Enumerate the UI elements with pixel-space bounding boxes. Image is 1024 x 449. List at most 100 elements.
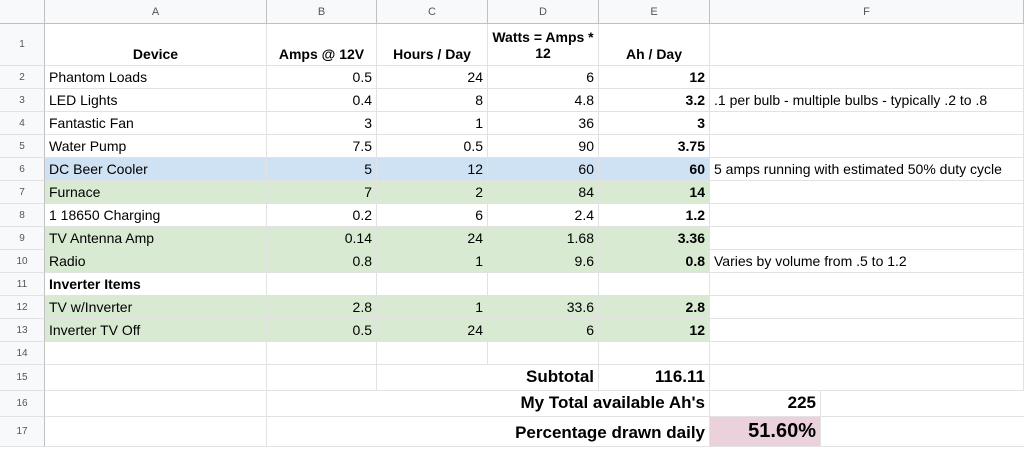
column-header-b[interactable]: B (267, 0, 377, 24)
cell-watts[interactable]: 90 (488, 135, 599, 158)
cell-note[interactable] (710, 296, 1024, 319)
cell-device[interactable]: Water Pump (45, 135, 267, 158)
cell-note[interactable] (710, 181, 1024, 204)
cell-watts[interactable]: 84 (488, 181, 599, 204)
percentage-label[interactable]: Percentage drawn daily (267, 417, 710, 447)
cell-ah[interactable]: 2.8 (599, 296, 710, 319)
cell-hours[interactable]: 1 (377, 250, 488, 273)
cell-hours[interactable]: 2 (377, 181, 488, 204)
cell-note[interactable]: .1 per bulb - multiple bulbs - typically… (710, 89, 1024, 112)
subtotal-value[interactable]: 116.11 (599, 365, 710, 391)
cell-watts[interactable]: 4.8 (488, 89, 599, 112)
cell-hours[interactable]: 12 (377, 158, 488, 181)
cell-amps[interactable]: 0.8 (267, 250, 377, 273)
cell-hours[interactable]: 6 (377, 204, 488, 227)
cell-note[interactable]: Varies by volume from .5 to 1.2 (710, 250, 1024, 273)
header-ah[interactable]: Ah / Day (599, 24, 710, 66)
cell-hours[interactable]: 8 (377, 89, 488, 112)
row-header[interactable]: 12 (0, 296, 45, 319)
row-header[interactable]: 1 (0, 24, 45, 66)
column-header-c[interactable]: C (377, 0, 488, 24)
header-hours[interactable]: Hours / Day (377, 24, 488, 66)
cell[interactable] (821, 417, 1024, 447)
cell-amps[interactable]: 7.5 (267, 135, 377, 158)
cell[interactable] (488, 342, 599, 365)
row-header[interactable]: 10 (0, 250, 45, 273)
cell-device[interactable]: Inverter Items (45, 273, 267, 296)
cell-watts[interactable] (488, 273, 599, 296)
cell-watts[interactable]: 6 (488, 319, 599, 342)
cell-device[interactable]: 1 18650 Charging (45, 204, 267, 227)
percentage-value[interactable]: 51.60% (710, 417, 821, 447)
header-amps[interactable]: Amps @ 12V (267, 24, 377, 66)
cell-ah[interactable]: 12 (599, 319, 710, 342)
row-header[interactable]: 17 (0, 417, 45, 447)
cell-watts[interactable]: 1.68 (488, 227, 599, 250)
spreadsheet-grid[interactable]: A B C D E F 1 Device Amps @ 12V Hours / … (0, 0, 1024, 449)
row-header[interactable]: 2 (0, 66, 45, 89)
cell-watts[interactable]: 9.6 (488, 250, 599, 273)
cell-watts[interactable]: 2.4 (488, 204, 599, 227)
column-header-d[interactable]: D (488, 0, 599, 24)
cell-hours[interactable]: 24 (377, 319, 488, 342)
row-header[interactable]: 5 (0, 135, 45, 158)
cell-hours[interactable]: 0.5 (377, 135, 488, 158)
cell-ah[interactable]: 14 (599, 181, 710, 204)
header-watts[interactable]: Watts = Amps * 12 (488, 24, 599, 66)
cell-watts[interactable]: 6 (488, 66, 599, 89)
total-value[interactable]: 225 (710, 391, 821, 417)
cell-note[interactable] (710, 273, 1024, 296)
cell-device[interactable]: LED Lights (45, 89, 267, 112)
cell-device[interactable]: Phantom Loads (45, 66, 267, 89)
cell-amps[interactable]: 0.5 (267, 66, 377, 89)
cell[interactable] (45, 342, 267, 365)
cell-note[interactable] (710, 227, 1024, 250)
cell-note[interactable] (710, 204, 1024, 227)
cell-amps[interactable]: 7 (267, 181, 377, 204)
cell-amps[interactable]: 2.8 (267, 296, 377, 319)
cell[interactable] (821, 391, 1024, 417)
column-header-a[interactable]: A (45, 0, 267, 24)
row-header[interactable]: 8 (0, 204, 45, 227)
row-header[interactable]: 9 (0, 227, 45, 250)
column-header-e[interactable]: E (599, 0, 710, 24)
cell-watts[interactable]: 36 (488, 112, 599, 135)
cell-watts[interactable]: 60 (488, 158, 599, 181)
cell-device[interactable]: Fantastic Fan (45, 112, 267, 135)
cell-ah[interactable]: 3.75 (599, 135, 710, 158)
cell-device[interactable]: TV Antenna Amp (45, 227, 267, 250)
cell-hours[interactable]: 24 (377, 66, 488, 89)
cell-amps[interactable]: 0.2 (267, 204, 377, 227)
cell-amps[interactable]: 0.5 (267, 319, 377, 342)
cell-ah[interactable]: 3.2 (599, 89, 710, 112)
cell-note[interactable] (710, 112, 1024, 135)
row-header[interactable]: 4 (0, 112, 45, 135)
row-header[interactable]: 11 (0, 273, 45, 296)
cell-device[interactable]: Inverter TV Off (45, 319, 267, 342)
cell-device[interactable]: TV w/Inverter (45, 296, 267, 319)
cell-hours[interactable]: 1 (377, 112, 488, 135)
cell-note[interactable] (710, 135, 1024, 158)
cell-ah[interactable]: 60 (599, 158, 710, 181)
row-header[interactable]: 15 (0, 365, 45, 391)
cell-ah[interactable]: 3.36 (599, 227, 710, 250)
cell[interactable] (267, 365, 377, 391)
cell-amps[interactable] (267, 273, 377, 296)
row-header[interactable]: 7 (0, 181, 45, 204)
cell[interactable] (267, 342, 377, 365)
row-header[interactable]: 16 (0, 391, 45, 417)
cell-amps[interactable]: 0.14 (267, 227, 377, 250)
column-header-f[interactable]: F (710, 0, 1024, 24)
select-all-corner[interactable] (0, 0, 45, 24)
cell-ah[interactable]: 3 (599, 112, 710, 135)
cell[interactable] (45, 417, 267, 447)
cell-note[interactable] (710, 319, 1024, 342)
cell[interactable] (710, 342, 1024, 365)
cell-ah[interactable]: 0.8 (599, 250, 710, 273)
cell-ah[interactable]: 12 (599, 66, 710, 89)
row-header[interactable]: 14 (0, 342, 45, 365)
cell-ah[interactable]: 1.2 (599, 204, 710, 227)
row-header[interactable]: 13 (0, 319, 45, 342)
cell-ah[interactable] (599, 273, 710, 296)
cell-amps[interactable]: 5 (267, 158, 377, 181)
